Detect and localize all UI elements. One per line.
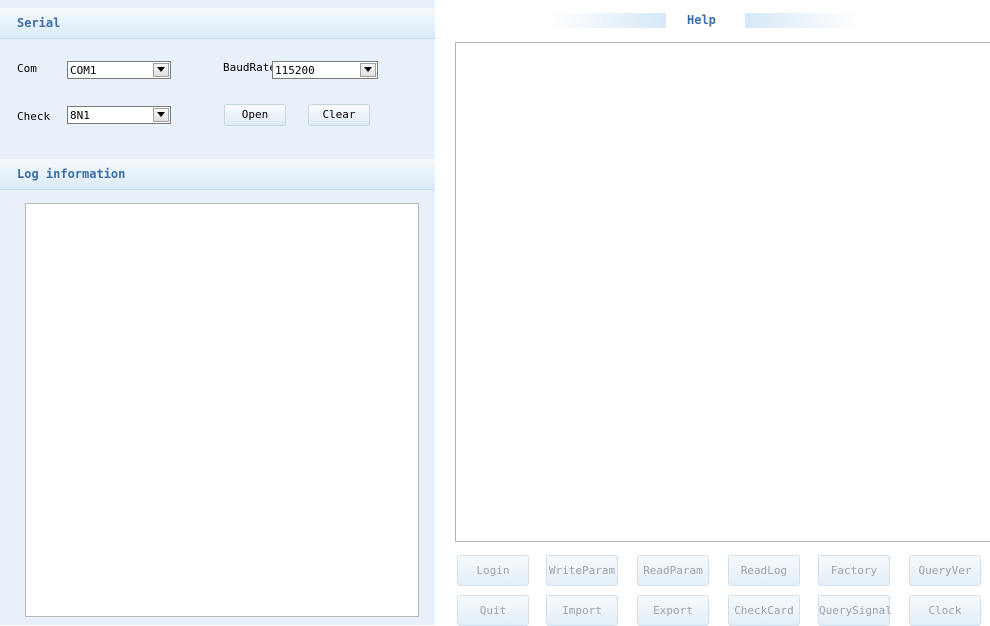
checkcard-button[interactable]: CheckCard bbox=[728, 595, 800, 626]
com-select-value: COM1 bbox=[70, 64, 97, 77]
baudrate-label: BaudRate bbox=[223, 61, 276, 74]
quit-button[interactable]: Quit bbox=[457, 595, 529, 626]
help-header-decor-right bbox=[745, 13, 860, 28]
check-select[interactable]: 8N1 bbox=[67, 106, 171, 124]
queryver-button[interactable]: QueryVer bbox=[909, 555, 981, 586]
readlog-button[interactable]: ReadLog bbox=[728, 555, 800, 586]
import-button[interactable]: Import bbox=[546, 595, 618, 626]
export-button[interactable]: Export bbox=[637, 595, 709, 626]
serial-header bbox=[0, 8, 435, 39]
baudrate-select[interactable]: 115200 bbox=[272, 61, 378, 79]
log-textarea[interactable] bbox=[25, 203, 419, 617]
baudrate-select-value: 115200 bbox=[275, 64, 315, 77]
check-label: Check bbox=[17, 110, 51, 123]
login-button[interactable]: Login bbox=[457, 555, 529, 586]
querysignal-button[interactable]: QuerySignal bbox=[818, 595, 892, 626]
chevron-down-icon[interactable] bbox=[153, 108, 169, 122]
com-select[interactable]: COM1 bbox=[67, 61, 171, 79]
help-textarea[interactable] bbox=[455, 42, 990, 542]
com-label: Com bbox=[17, 62, 37, 75]
help-header-decor-left bbox=[550, 13, 666, 28]
readparam-button[interactable]: ReadParam bbox=[637, 555, 709, 586]
check-select-value: 8N1 bbox=[70, 109, 90, 122]
chevron-down-icon[interactable] bbox=[360, 63, 376, 77]
factory-button[interactable]: Factory bbox=[818, 555, 890, 586]
clock-button[interactable]: Clock bbox=[909, 595, 981, 626]
serial-title: Serial bbox=[17, 16, 61, 30]
chevron-down-icon[interactable] bbox=[153, 63, 169, 77]
help-title: Help bbox=[687, 13, 716, 27]
clear-button[interactable]: Clear bbox=[308, 104, 370, 126]
open-button[interactable]: Open bbox=[224, 104, 286, 126]
writeparam-button[interactable]: WriteParam bbox=[546, 555, 618, 586]
log-title: Log information bbox=[17, 167, 126, 181]
